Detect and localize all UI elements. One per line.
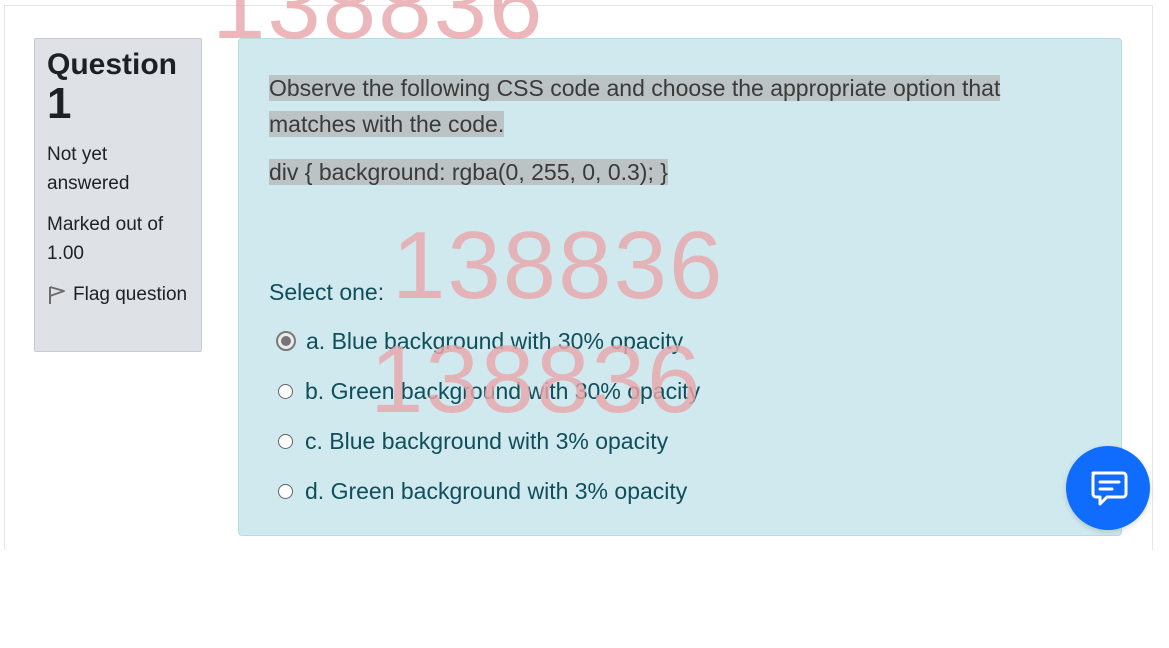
chat-button[interactable] [1066, 446, 1150, 530]
chat-icon [1091, 471, 1128, 506]
question-text-highlight: Observe the following CSS code and choos… [269, 75, 1001, 137]
answer-label-b: b. Green background with 30% opacity [305, 377, 701, 404]
question-code: div { background: rgba(0, 255, 0, 0.3); … [269, 154, 1091, 190]
radio-d[interactable] [278, 483, 293, 499]
answer-label-d: d. Green background with 3% opacity [305, 477, 688, 504]
question-state: Not yet answered [47, 144, 130, 194]
radio-a[interactable] [276, 331, 296, 351]
flag-question-link[interactable]: Flag question [47, 280, 189, 309]
question-grade: Marked out of 1.00 [47, 214, 164, 264]
flag-icon [49, 286, 65, 304]
answer-option-c[interactable]: c. Blue background with 3% opacity [269, 416, 1091, 466]
question-info-panel: Question 1 Not yet answered Marked out o… [34, 38, 202, 352]
select-one-prompt: Select one: [269, 279, 385, 305]
question-formulation: Observe the following CSS code and choos… [238, 38, 1122, 536]
question-label: Question [47, 48, 178, 81]
answer-option-a[interactable]: a. Blue background with 30% opacity [269, 316, 1091, 366]
answer-option-d[interactable]: d. Green background with 3% opacity [269, 466, 1091, 516]
flag-question-label: Flag question [73, 284, 188, 305]
answer-option-b[interactable]: b. Green background with 30% opacity [269, 366, 1091, 416]
radio-c[interactable] [278, 433, 293, 449]
radio-b[interactable] [278, 383, 293, 399]
answer-options: a. Blue background with 30% opacity b. G… [269, 316, 1091, 516]
question-text: Observe the following CSS code and choos… [269, 70, 1091, 142]
answer-label-a: a. Blue background with 30% opacity [306, 327, 684, 354]
question-number: 1 [47, 79, 72, 128]
answer-label-c: c. Blue background with 3% opacity [305, 427, 669, 454]
question-code-highlight: div { background: rgba(0, 255, 0, 0.3); … [269, 159, 668, 185]
